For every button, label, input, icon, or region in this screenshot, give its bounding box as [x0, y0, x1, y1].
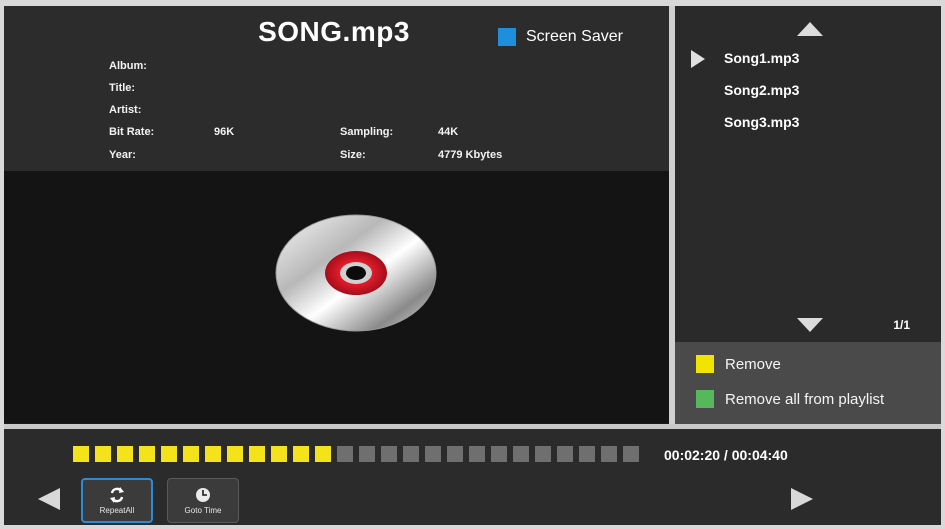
size-label: Size:: [340, 149, 366, 161]
bitrate-value: 96K: [214, 126, 235, 138]
progress-segment-empty: [557, 446, 573, 462]
goto-time-label: Goto Time: [184, 505, 222, 515]
year-label: Year:: [109, 149, 136, 161]
time-display: 00:02:20 / 00:04:40: [664, 447, 788, 463]
repeat-icon: [110, 486, 124, 503]
clock-icon: [196, 487, 210, 502]
progress-segment-empty: [601, 446, 617, 462]
progress-segment-empty: [381, 446, 397, 462]
bitrate-label: Bit Rate:: [109, 126, 155, 138]
playlist-item[interactable]: Song3.mp3: [724, 114, 799, 130]
album-label: Album:: [109, 60, 147, 72]
progress-segment-filled: [117, 446, 133, 462]
remove-option[interactable]: Remove: [696, 355, 781, 373]
progress-segment-filled: [139, 446, 155, 462]
sampling-label: Sampling:: [340, 126, 394, 138]
title-label: Title:: [109, 82, 136, 94]
remove-all-label: Remove all from playlist: [725, 390, 885, 408]
scroll-down-arrow-icon[interactable]: [797, 318, 823, 332]
scroll-up-arrow-icon[interactable]: [797, 22, 823, 36]
progress-segment-empty: [491, 446, 507, 462]
progress-segment-empty: [513, 446, 529, 462]
screen-saver-option[interactable]: Screen Saver: [498, 28, 623, 46]
progress-segment-filled: [315, 446, 331, 462]
progress-segment-empty: [359, 446, 375, 462]
remove-label: Remove: [725, 355, 781, 373]
progress-segment-empty: [579, 446, 595, 462]
playlist-panel: [675, 6, 941, 342]
progress-segment-filled: [293, 446, 309, 462]
page-indicator: 1/1: [893, 318, 910, 332]
repeat-all-label: RepeatAll: [99, 505, 135, 515]
progress-segment-filled: [227, 446, 243, 462]
progress-segment-empty: [337, 446, 353, 462]
progress-segment-filled: [73, 446, 89, 462]
progress-segment-empty: [425, 446, 441, 462]
remove-all-option[interactable]: Remove all from playlist: [696, 390, 884, 408]
repeat-all-button[interactable]: RepeatAll: [81, 478, 153, 523]
progress-segment-empty: [535, 446, 551, 462]
progress-segment-filled: [183, 446, 199, 462]
green-key-icon: [696, 390, 714, 408]
screen-saver-label: Screen Saver: [526, 28, 623, 45]
progress-segment-empty: [469, 446, 485, 462]
play-pointer-icon: [691, 50, 705, 68]
previous-arrow-icon[interactable]: [38, 488, 60, 510]
progress-segment-filled: [161, 446, 177, 462]
size-value: 4779 Kbytes: [438, 149, 503, 161]
sampling-value: 44K: [438, 126, 459, 138]
progress-segment-empty: [447, 446, 463, 462]
progress-segment-filled: [205, 446, 221, 462]
progress-segment-empty: [623, 446, 639, 462]
progress-segment-filled: [249, 446, 265, 462]
playlist-item[interactable]: Song1.mp3: [724, 50, 799, 66]
next-arrow-icon[interactable]: [791, 488, 813, 510]
blue-key-icon: [498, 28, 516, 46]
goto-time-button[interactable]: Goto Time: [167, 478, 239, 523]
progress-bar[interactable]: [73, 446, 639, 462]
yellow-key-icon: [696, 355, 714, 373]
progress-segment-filled: [271, 446, 287, 462]
playlist-item[interactable]: Song2.mp3: [724, 82, 799, 98]
cd-disc-icon: [275, 214, 437, 332]
progress-segment-empty: [403, 446, 419, 462]
artist-label: Artist:: [109, 104, 142, 116]
progress-segment-filled: [95, 446, 111, 462]
